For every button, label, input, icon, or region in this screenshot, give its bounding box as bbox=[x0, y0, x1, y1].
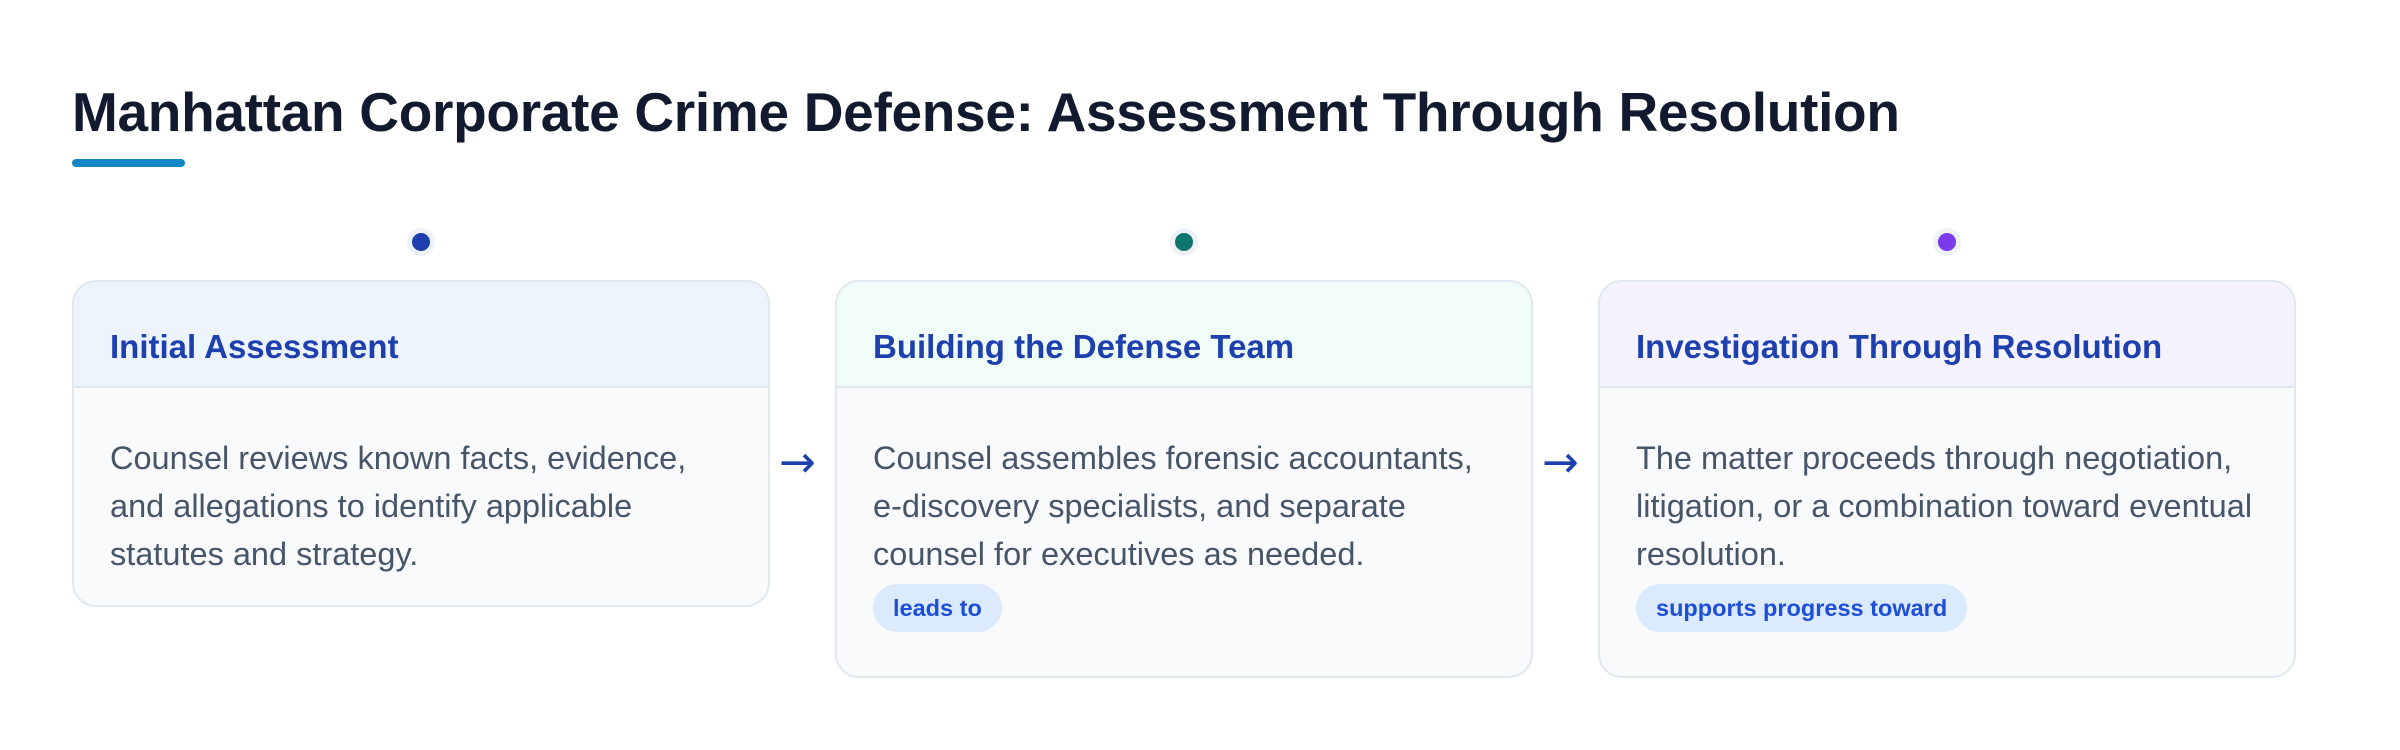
arrow-right-icon: → bbox=[1542, 437, 1579, 488]
stage-card-initial-assessment: Initial Assessment Counsel reviews known… bbox=[72, 280, 770, 607]
page-title: Manhattan Corporate Crime Defense: Asses… bbox=[72, 81, 1900, 143]
stage-card-investigation-resolution: Investigation Through Resolution The mat… bbox=[1598, 280, 2296, 678]
relation-badge: leads to bbox=[873, 584, 1002, 632]
stage-title: Investigation Through Resolution bbox=[1636, 328, 2163, 365]
relation-badge: supports progress toward bbox=[1636, 584, 1968, 632]
stage-card-header: Building the Defense Team bbox=[837, 282, 1531, 388]
stage-1-marker-dot bbox=[407, 228, 435, 256]
stage-card-building-defense-team: Building the Defense Team Counsel assemb… bbox=[835, 280, 1533, 678]
stage-title: Initial Assessment bbox=[110, 328, 399, 365]
stage-title: Building the Defense Team bbox=[873, 328, 1295, 365]
stage-description: Counsel assembles forensic accountants, … bbox=[873, 440, 1473, 572]
arrow-right-icon: → bbox=[779, 437, 816, 488]
stage-2-marker-dot bbox=[1170, 228, 1198, 256]
stage-description: The matter proceeds through negotiation,… bbox=[1636, 440, 2253, 572]
stage-3-marker-dot bbox=[1933, 228, 1961, 256]
title-underline bbox=[72, 159, 185, 167]
stage-card-header: Investigation Through Resolution bbox=[1600, 282, 2294, 388]
stage-description: Counsel reviews known facts, evidence, a… bbox=[110, 440, 687, 572]
stage-card-header: Initial Assessment bbox=[74, 282, 768, 388]
